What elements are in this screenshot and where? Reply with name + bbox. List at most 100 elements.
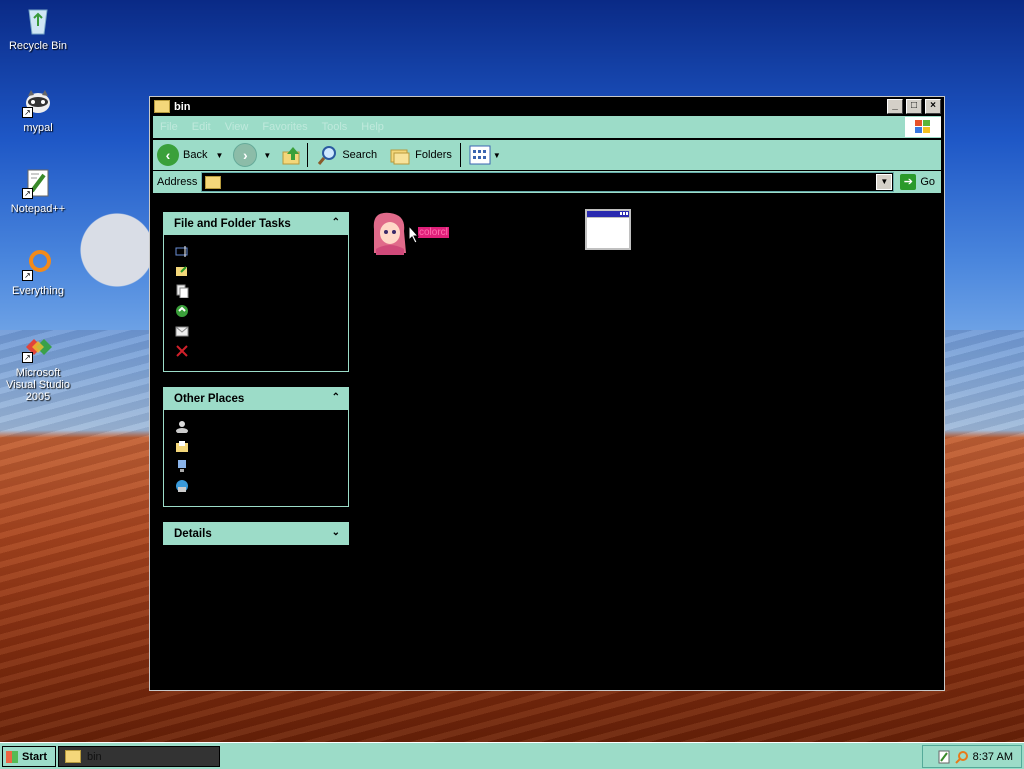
place-network[interactable]	[175, 476, 348, 496]
menu-help[interactable]: Help	[354, 121, 391, 133]
desktop-icon-label: mypal	[23, 122, 53, 134]
menu-bar: File Edit View Favorites Tools Help	[153, 116, 941, 138]
folder-icon	[205, 175, 222, 189]
details-panel: Details ⌄	[163, 522, 349, 545]
computer-icon	[178, 460, 186, 472]
network-icon	[176, 480, 188, 492]
clock[interactable]: 8:37 AM	[973, 751, 1013, 763]
desktop-icon-label: Microsoft Visual Studio 2005	[5, 367, 70, 403]
panel-header[interactable]: Details ⌄	[164, 523, 348, 545]
folder-icon	[154, 100, 170, 113]
search-tray-icon[interactable]	[954, 750, 969, 764]
address-dropdown-icon[interactable]: ▼	[876, 174, 893, 190]
start-label: Start	[22, 750, 48, 763]
windows-flag-icon	[6, 750, 18, 763]
search-button[interactable]: Search	[316, 144, 377, 166]
task-email[interactable]	[175, 321, 348, 341]
go-arrow-icon: ➔	[900, 174, 917, 190]
search-label: Search	[342, 149, 378, 161]
up-folder-button[interactable]	[281, 144, 303, 166]
copy-icon	[176, 284, 189, 298]
desktop-icon-label: Recycle Bin	[8, 40, 68, 52]
folders-button[interactable]: Folders	[389, 144, 452, 166]
back-label: Back	[183, 149, 208, 161]
place-shared-documents[interactable]	[175, 436, 348, 456]
title-bar[interactable]: bin _ □ ×	[150, 97, 944, 116]
anime-girl-icon	[373, 212, 406, 255]
mypal-icon: ↗	[22, 86, 54, 118]
toolbar-separator	[307, 143, 309, 167]
system-tray: 8:37 AM	[922, 745, 1022, 768]
maximize-button[interactable]: □	[906, 99, 922, 114]
start-button[interactable]: Start	[2, 746, 56, 767]
recycle-bin-icon	[22, 4, 54, 36]
panel-header[interactable]: File and Folder Tasks ⌃	[164, 213, 348, 235]
shortcut-arrow-icon: ↗	[22, 352, 33, 363]
file-name-label: colorcl	[418, 226, 449, 238]
panel-title: Other Places	[174, 393, 245, 405]
menu-file[interactable]: File	[153, 121, 185, 133]
menu-tools[interactable]: Tools	[315, 121, 355, 133]
globe-icon	[176, 305, 188, 317]
user-icon	[176, 421, 188, 433]
panel-title: File and Folder Tasks	[174, 218, 291, 230]
forward-button[interactable]: › ▼	[233, 143, 271, 167]
desktop-icon-mypal[interactable]: ↗ mypal	[0, 86, 76, 134]
explorer-window: bin _ □ × File Edit View Favorites Tools…	[149, 96, 945, 691]
desktop-icon-notepad-plus-plus[interactable]: ↗ Notepad++	[0, 167, 76, 215]
place-my-computer[interactable]	[175, 456, 348, 476]
up-folder-icon	[282, 147, 300, 165]
forward-arrow-icon: ›	[233, 143, 258, 167]
shared-folder-icon	[176, 441, 188, 452]
chevron-down-icon: ▼	[492, 150, 501, 160]
desktop-icon-recycle-bin[interactable]: Recycle Bin	[0, 4, 76, 52]
expand-icon[interactable]: ⌄	[332, 527, 340, 538]
delete-icon	[176, 345, 188, 357]
desktop-icon-visual-studio[interactable]: ↗ Microsoft Visual Studio 2005	[0, 331, 76, 403]
other-places-panel: Other Places ⌃	[163, 387, 349, 507]
views-button[interactable]: ▼	[469, 145, 501, 165]
rename-icon	[175, 246, 188, 257]
menu-favorites[interactable]: Favorites	[255, 121, 314, 133]
move-icon	[176, 266, 187, 276]
task-publish[interactable]	[175, 301, 348, 321]
taskbar-button-bin[interactable]: bin	[58, 746, 220, 767]
desktop-icon-label: Everything	[12, 285, 64, 297]
folders-label: Folders	[415, 149, 452, 161]
notepad-plus-plus-icon: ↗	[22, 167, 54, 199]
minimize-button[interactable]: _	[887, 99, 903, 114]
close-button[interactable]: ×	[925, 99, 941, 114]
task-move[interactable]	[175, 261, 348, 281]
visual-studio-icon: ↗	[22, 331, 54, 363]
task-label: bin	[87, 750, 102, 763]
chevron-down-icon[interactable]: ▼	[215, 151, 223, 160]
place-user[interactable]	[175, 416, 348, 436]
collapse-icon[interactable]: ⌃	[332, 392, 340, 403]
back-button[interactable]: ‹ Back ▼	[157, 144, 223, 166]
email-icon	[175, 326, 189, 337]
task-rename[interactable]	[175, 241, 348, 261]
menu-edit[interactable]: Edit	[185, 121, 218, 133]
window-title: bin	[174, 100, 191, 113]
file-item-application[interactable]	[584, 208, 632, 255]
toolbar-separator	[459, 143, 461, 167]
desktop-icon-everything[interactable]: ↗ Everything	[0, 249, 76, 297]
task-delete[interactable]	[175, 341, 348, 361]
everything-icon: ↗	[22, 249, 54, 281]
application-window-icon	[585, 209, 631, 250]
search-icon	[318, 146, 337, 165]
go-button[interactable]: ➔ Go	[894, 174, 941, 190]
notepad-tray-icon[interactable]	[937, 750, 951, 764]
shortcut-arrow-icon: ↗	[22, 188, 33, 199]
menu-view[interactable]: View	[218, 121, 256, 133]
windows-logo-icon	[905, 117, 941, 137]
shortcut-arrow-icon: ↗	[22, 107, 33, 118]
desktop-icon-label: Notepad++	[10, 203, 66, 215]
panel-header[interactable]: Other Places ⌃	[164, 388, 348, 410]
task-copy[interactable]	[175, 281, 348, 301]
collapse-icon[interactable]: ⌃	[332, 217, 340, 228]
chevron-down-icon[interactable]: ▼	[263, 151, 271, 160]
address-bar: Address ▼ ➔ Go	[153, 171, 941, 193]
address-label: Address	[157, 176, 198, 188]
address-input[interactable]: ▼	[201, 172, 895, 192]
